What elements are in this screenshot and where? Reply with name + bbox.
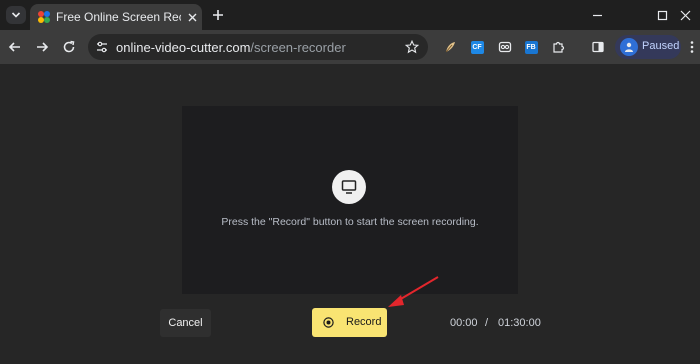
arrow-left-icon xyxy=(8,42,20,52)
record-icon xyxy=(323,317,334,328)
profile-status: Paused xyxy=(642,40,680,52)
record-button[interactable]: Record xyxy=(312,308,387,337)
tab-strip: Free Online Screen Recorder xyxy=(0,0,700,30)
user-icon xyxy=(625,42,633,52)
app-logo-icon xyxy=(38,11,50,23)
side-panel-icon xyxy=(592,41,604,53)
tab-search-button[interactable] xyxy=(6,6,26,24)
record-button-label: Record xyxy=(346,316,382,328)
recording-hint: Press the "Record" button to start the s… xyxy=(221,216,479,228)
elapsed-time: 00:00 xyxy=(450,317,478,329)
monitor-icon xyxy=(341,180,357,194)
close-icon xyxy=(680,10,690,20)
window-close-button[interactable] xyxy=(676,6,694,24)
reload-icon xyxy=(63,40,75,53)
address-bar[interactable]: online-video-cutter.com/screen-recorder xyxy=(88,34,428,60)
tab-close-button[interactable] xyxy=(185,10,199,24)
close-icon xyxy=(188,13,196,21)
recording-preview: Press the "Record" button to start the s… xyxy=(182,106,518,294)
side-panel-button[interactable] xyxy=(590,39,606,55)
minimize-icon xyxy=(592,14,602,16)
url-path: /screen-recorder xyxy=(250,40,346,55)
extension-loop[interactable] xyxy=(497,39,513,55)
extension-cf[interactable]: CF xyxy=(469,39,485,55)
more-vertical-icon xyxy=(690,41,694,53)
minimize-button[interactable] xyxy=(588,6,606,24)
chevron-down-icon xyxy=(11,12,21,18)
browser-toolbar: online-video-cutter.com/screen-recorder … xyxy=(0,30,700,64)
tab-title: Free Online Screen Recorder xyxy=(56,10,181,24)
reload-button[interactable] xyxy=(60,38,78,56)
time-limit: 01:30:00 xyxy=(498,317,541,329)
new-tab-button[interactable] xyxy=(210,7,226,23)
star-icon xyxy=(405,40,419,54)
fb-extension-icon: FB xyxy=(524,40,538,54)
puzzle-icon xyxy=(553,41,565,53)
profile-button[interactable]: Paused xyxy=(615,35,681,59)
maximize-button[interactable] xyxy=(653,6,671,24)
arrow-right-icon xyxy=(37,42,49,52)
site-settings-icon xyxy=(97,41,107,53)
url-host: online-video-cutter.com xyxy=(116,40,251,55)
annotation-arrow-icon xyxy=(388,276,439,307)
feather-extension-icon xyxy=(445,42,455,53)
back-button[interactable] xyxy=(6,38,24,56)
forward-button[interactable] xyxy=(33,38,51,56)
loop-extension-icon xyxy=(498,41,512,53)
cf-extension-icon: CF xyxy=(470,40,484,54)
extensions-button[interactable] xyxy=(550,39,566,55)
plus-icon xyxy=(213,10,223,20)
active-tab[interactable]: Free Online Screen Recorder xyxy=(30,4,202,30)
time-separator: / xyxy=(485,317,489,329)
bookmark-button[interactable] xyxy=(404,39,420,55)
avatar xyxy=(620,38,638,56)
cancel-button[interactable]: Cancel xyxy=(160,309,211,337)
browser-menu-button[interactable] xyxy=(686,39,698,55)
url-text: online-video-cutter.com/screen-recorder xyxy=(116,40,346,55)
maximize-icon xyxy=(657,10,667,20)
extension-fb[interactable]: FB xyxy=(523,39,539,55)
extension-feather[interactable] xyxy=(442,39,458,55)
screen-source-button[interactable] xyxy=(332,170,366,204)
